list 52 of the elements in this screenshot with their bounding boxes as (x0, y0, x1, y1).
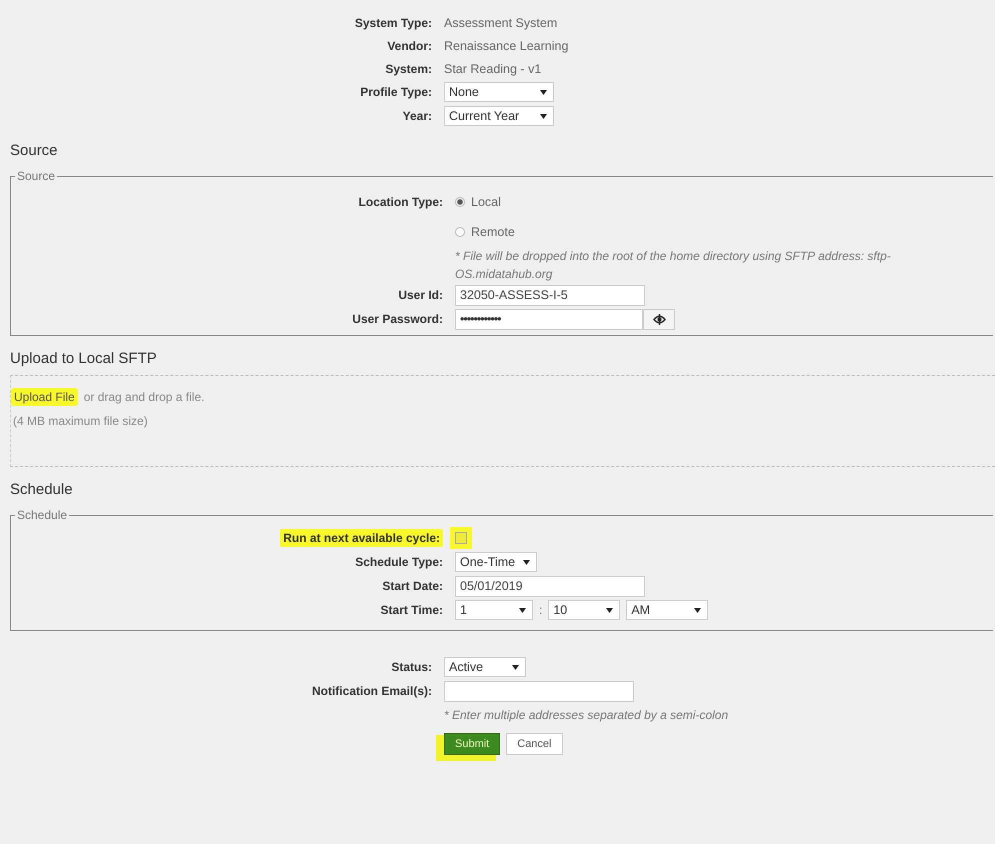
date-field[interactable]: 05/01/2019 (455, 576, 645, 596)
section-heading: Schedule (10, 481, 74, 498)
drop-zone[interactable]: Upload File or drag and drop a file. (4 MB maximum file size) (10, 375, 995, 467)
help-note: * File will be dropped into the root of the home directory using SFTP address: sftp-OS.midatahub.org (455, 248, 892, 283)
email-field[interactable] (444, 680, 634, 702)
field-label: User Password: (352, 312, 443, 326)
caret-icon (512, 664, 519, 670)
field-value: Renaissance Learning (444, 38, 568, 52)
field-label: Schedule Type: (355, 555, 443, 569)
upload-button[interactable]: Upload File (11, 388, 78, 406)
group-legend: Schedule (15, 508, 70, 522)
field-label: Notification Email(s): (312, 684, 432, 698)
field-value: Star Reading - v1 (444, 62, 542, 76)
help-note: * Enter multiple addresses separated by a semi-colon (444, 706, 728, 724)
field-label: Start Time: (380, 603, 443, 617)
input-field[interactable]: 32050-ASSESS-I-5 (455, 284, 645, 306)
caret-icon (694, 608, 702, 612)
field-label: Run at next available cycle: (280, 529, 443, 547)
cancel-button[interactable]: Cancel (506, 732, 562, 754)
dropdown[interactable]: AM (626, 600, 708, 620)
field-label: Location Type: (358, 195, 443, 209)
field-label: Profile Type: (360, 85, 432, 99)
dropdown[interactable]: Active (444, 657, 526, 677)
dropdown[interactable]: None (444, 82, 554, 102)
time-separator: : (539, 603, 542, 617)
dropdown[interactable]: Current Year (444, 106, 554, 126)
caret-icon (606, 608, 614, 612)
caret-icon (523, 560, 530, 564)
field-label: User Id: (398, 288, 443, 302)
caret-icon (540, 90, 547, 94)
size-note: (4 MB maximum file size) (13, 414, 149, 428)
dropdown[interactable]: 1 (455, 600, 533, 620)
dropdown[interactable]: 10 (548, 600, 620, 620)
group-legend: Source (15, 169, 58, 183)
field-value: Assessment System (444, 16, 558, 30)
field-label: System: (385, 62, 432, 76)
field-label: Start Date: (382, 579, 443, 593)
section-heading: Upload to Local SFTP (10, 350, 158, 367)
caret-icon (540, 114, 547, 118)
show-password-button[interactable] (643, 308, 675, 330)
drop-hint: or drag and drop a file. (84, 390, 204, 404)
radio-option[interactable]: Remote (455, 225, 515, 239)
eye-icon (652, 312, 666, 326)
field-label: Year: (402, 109, 432, 123)
dropdown[interactable]: One-Time (455, 552, 537, 572)
field-label: Status: (391, 660, 432, 674)
field-label: System Type: (354, 16, 432, 30)
field-label: Vendor: (387, 38, 432, 52)
caret-icon (519, 608, 526, 612)
section-heading: Source (10, 142, 59, 159)
password-field[interactable]: •••••••••••• (455, 308, 643, 330)
radio-option[interactable]: Local (455, 195, 501, 209)
